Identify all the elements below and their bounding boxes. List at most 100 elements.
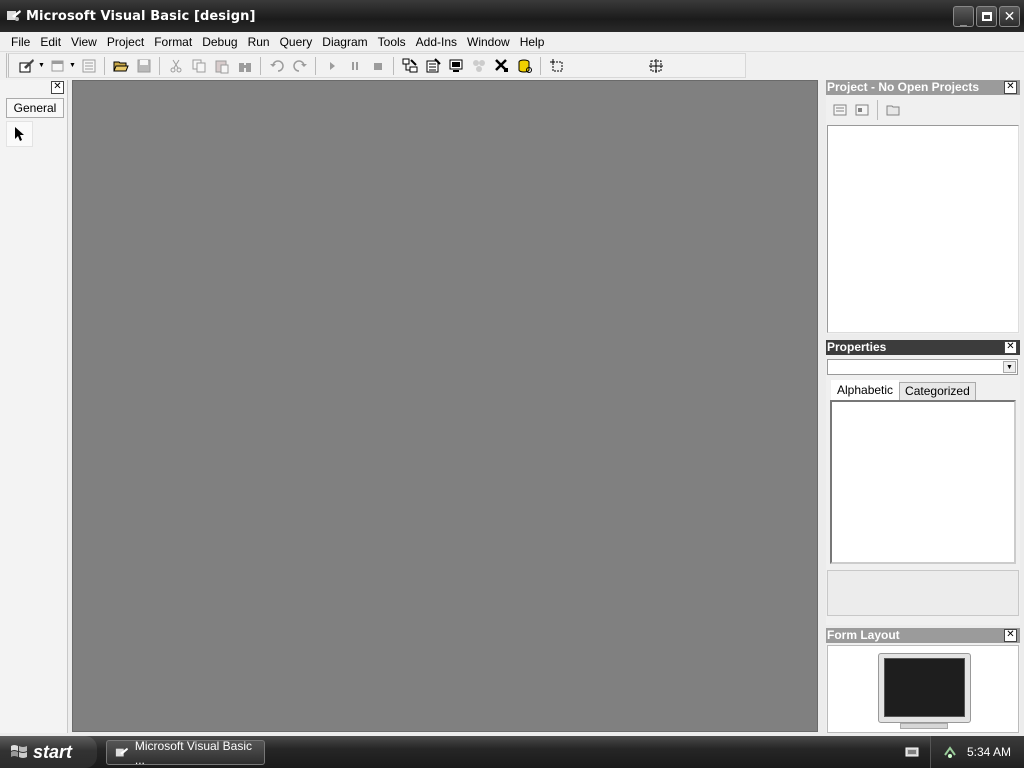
menu-diagram[interactable]: Diagram (317, 32, 372, 52)
add-project-dropdown-icon[interactable]: ▼ (38, 62, 46, 69)
toolbox-button[interactable] (490, 55, 513, 77)
form-layout-body[interactable] (827, 645, 1019, 733)
toolbox-tab-general[interactable]: General (6, 98, 64, 118)
close-button[interactable]: ✕ (999, 6, 1020, 27)
windows-flag-icon (11, 745, 27, 758)
menu-format[interactable]: Format (149, 32, 197, 52)
tab-categorized[interactable]: Categorized (899, 382, 976, 400)
cut-button[interactable] (164, 55, 187, 77)
project-panel-title: Project - No Open Projects (827, 80, 980, 94)
properties-tabs: Alphabetic Categorized (831, 380, 1020, 400)
toolbox-header: ✕ (0, 80, 67, 95)
toggle-folders-button[interactable] (883, 101, 903, 119)
view-object-icon (855, 104, 869, 116)
menu-query[interactable]: Query (275, 32, 318, 52)
view-object-button[interactable] (852, 101, 872, 119)
play-icon (329, 61, 335, 70)
position-display-button[interactable] (545, 55, 568, 77)
properties-window-button[interactable] (421, 55, 444, 77)
tab-alphabetic[interactable]: Alphabetic (831, 380, 900, 400)
close-icon: ✕ (1006, 341, 1015, 352)
property-description (827, 570, 1019, 616)
save-icon (137, 59, 150, 72)
position-icon (549, 58, 562, 71)
break-button[interactable] (343, 55, 366, 77)
toolbar-separator (159, 56, 160, 75)
start-button[interactable]: start (0, 736, 97, 768)
object-selector[interactable]: ▼ (827, 359, 1018, 375)
view-code-button[interactable] (830, 101, 850, 119)
form-layout-icon (449, 59, 462, 72)
menu-project[interactable]: Project (102, 32, 149, 52)
stop-icon (373, 62, 382, 70)
add-form-dropdown-icon[interactable]: ▼ (69, 62, 77, 69)
menu-window[interactable]: Window (462, 32, 515, 52)
form-layout-button[interactable] (444, 55, 467, 77)
toolbar-separator (393, 56, 394, 75)
property-grid[interactable] (830, 400, 1016, 564)
add-form-button[interactable] (46, 55, 69, 77)
data-view-button[interactable] (513, 55, 536, 77)
menu-add-ins[interactable]: Add-Ins (411, 32, 462, 52)
pointer-arrow-icon (14, 127, 24, 141)
chevron-down-icon[interactable]: ▼ (1003, 361, 1016, 373)
size-icon (648, 58, 663, 73)
undo-button[interactable] (265, 55, 288, 77)
add-form-icon (51, 60, 63, 71)
save-project-button[interactable] (132, 55, 155, 77)
maximize-button[interactable] (976, 6, 997, 27)
redo-button[interactable] (288, 55, 311, 77)
end-button[interactable] (366, 55, 389, 77)
menu-view[interactable]: View (66, 32, 102, 52)
mdi-client-area[interactable] (72, 80, 818, 732)
project-close-button[interactable]: ✕ (1004, 81, 1017, 94)
menu-tools[interactable]: Tools (373, 32, 411, 52)
taskbar-item-vb[interactable]: Microsoft Visual Basic ... (106, 739, 265, 767)
network-icon[interactable] (943, 745, 957, 759)
standard-toolbar: ▼ ▼ (6, 53, 746, 78)
properties-close-button[interactable]: ✕ (1004, 341, 1017, 354)
open-project-button[interactable] (109, 55, 132, 77)
menu-edit[interactable]: Edit (35, 32, 66, 52)
monitor-preview (878, 653, 971, 723)
size-display-button[interactable] (644, 55, 667, 77)
close-icon: ✕ (1003, 8, 1016, 24)
toolbox-panel: ✕ General (0, 80, 68, 733)
start-button[interactable] (320, 55, 343, 77)
clock[interactable]: 5:34 AM (967, 745, 1011, 759)
database-icon (518, 59, 532, 73)
project-explorer-button[interactable] (398, 55, 421, 77)
copy-icon (192, 59, 205, 72)
pointer-tool[interactable] (6, 121, 33, 147)
properties-panel-header: Properties ✕ (826, 340, 1020, 355)
menu-help[interactable]: Help (515, 32, 550, 52)
title-bar: Microsoft Visual Basic [design] _ ✕ (0, 0, 1024, 32)
form-layout-close-button[interactable]: ✕ (1004, 629, 1017, 642)
add-project-button[interactable] (15, 55, 38, 77)
toolbar-separator (315, 56, 316, 75)
menu-bar: File Edit View Project Format Debug Run … (0, 32, 1024, 52)
menu-run[interactable]: Run (243, 32, 275, 52)
monitor-stand (900, 723, 948, 729)
form-layout-title: Form Layout (827, 628, 900, 642)
toolbox-close-button[interactable]: ✕ (51, 81, 64, 94)
paste-button[interactable] (210, 55, 233, 77)
add-project-icon (19, 58, 34, 72)
project-toolbar-separator (877, 100, 878, 120)
find-button[interactable] (233, 55, 256, 77)
toolbar-separator (540, 56, 541, 75)
menu-editor-button[interactable] (77, 55, 100, 77)
menu-file[interactable]: File (6, 32, 35, 52)
vb-app-icon (7, 10, 21, 21)
minimize-button[interactable]: _ (953, 6, 974, 27)
toolbar-row: ▼ ▼ (0, 52, 1024, 80)
open-folder-icon (112, 61, 129, 71)
copy-button[interactable] (187, 55, 210, 77)
project-tree[interactable] (827, 125, 1019, 333)
keyboard-icon[interactable] (905, 746, 919, 758)
object-browser-button[interactable] (467, 55, 490, 77)
menu-debug[interactable]: Debug (197, 32, 242, 52)
monitor-screen (884, 658, 965, 717)
close-icon: ✕ (1006, 629, 1015, 640)
redo-icon (292, 59, 307, 72)
